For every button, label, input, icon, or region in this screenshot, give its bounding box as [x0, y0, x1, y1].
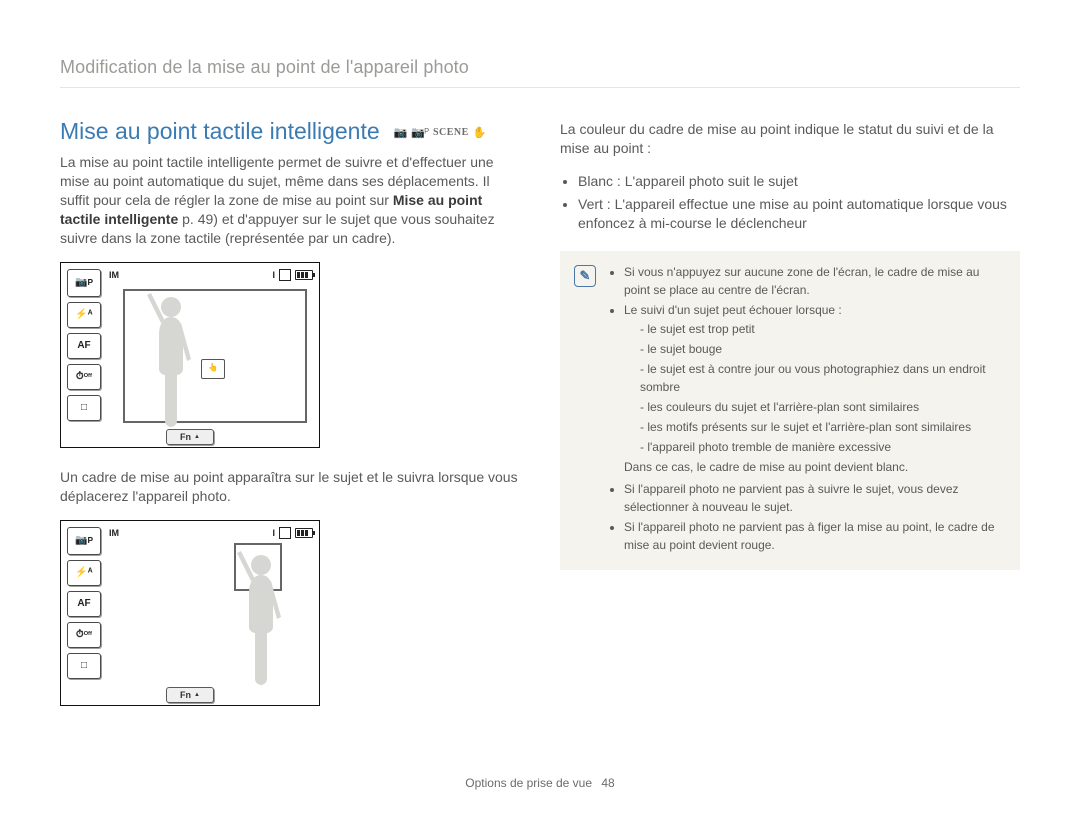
note-subitem: le sujet est trop petit: [640, 320, 1006, 338]
sd-card-icon: [279, 527, 291, 539]
fn-tab[interactable]: Fn: [166, 687, 214, 703]
fn-tab[interactable]: Fn: [166, 429, 214, 445]
footer-chapter: Options de prise de vue: [465, 776, 592, 790]
camera-topbar: IM I: [109, 268, 313, 282]
fn-tab-label: Fn: [180, 689, 191, 701]
camera-toolbar: 📷P ⚡ᴬ AF ⏱ᴼᶠᶠ □: [67, 527, 101, 695]
mid-caption: Un cadre de mise au point apparaîtra sur…: [60, 468, 520, 506]
mode-icons: 📷 📷ᴾ SCENE ✋: [394, 126, 487, 141]
right-column: La couleur du cadre de mise au point ind…: [560, 116, 1020, 725]
status-bullets: Blanc : L'appareil photo suit le sujet V…: [560, 172, 1020, 233]
shots-remaining: I: [272, 527, 275, 539]
footer-page-number: 48: [601, 776, 614, 790]
note-item: Le suivi d'un sujet peut échouer lorsque…: [624, 301, 1006, 476]
note-item: Si vous n'appuyez sur aucune zone de l'é…: [624, 263, 1006, 299]
bullet-white: Blanc : L'appareil photo suit le sujet: [578, 172, 1020, 191]
timer-button-label: ᴼᶠᶠ: [84, 629, 92, 640]
subject-silhouette: [231, 547, 301, 687]
note-subitem: le sujet est à contre jour ou vous photo…: [640, 360, 1006, 396]
page-footer: Options de prise de vue 48: [0, 775, 1080, 791]
battery-icon: [295, 528, 313, 538]
note-box: ✎ Si vous n'appuyez sur aucune zone de l…: [560, 251, 1020, 570]
timer-button-label: ᴼᶠᶠ: [84, 371, 92, 382]
note-subitem: le sujet bouge: [640, 340, 1006, 358]
camera-p-icon: 📷ᴾ: [411, 126, 429, 141]
note-item: Si l'appareil photo ne parvient pas à fi…: [624, 518, 1006, 554]
scene-mode-icon: SCENE: [433, 126, 469, 141]
af-button[interactable]: AF: [67, 591, 101, 617]
drive-button[interactable]: □: [67, 653, 101, 679]
note-subitem: les couleurs du sujet et l'arrière-plan …: [640, 398, 1006, 416]
mode-button[interactable]: 📷P: [67, 527, 101, 555]
flash-button[interactable]: ⚡ᴬ: [67, 302, 101, 328]
note-subitem: l'appareil photo tremble de manière exce…: [640, 438, 1006, 456]
breadcrumb: Modification de la mise au point de l'ap…: [60, 55, 1020, 88]
sd-card-icon: [279, 269, 291, 281]
timer-button[interactable]: ⏱ᴼᶠᶠ: [67, 364, 101, 390]
camera-screenshot-1: IM I 📷P ⚡ᴬ AF ⏱ᴼᶠᶠ □ 👆: [60, 262, 320, 448]
timer-button[interactable]: ⏱ᴼᶠᶠ: [67, 622, 101, 648]
image-size-label: IM: [109, 527, 119, 539]
section-title: Mise au point tactile intelligente: [60, 118, 380, 144]
mode-button-label: P: [87, 535, 93, 546]
note-subitem: les motifs présents sur le sujet et l'ar…: [640, 418, 1006, 436]
image-size-label: IM: [109, 269, 119, 281]
bullet-green: Vert : L'appareil effectue une mise au p…: [578, 195, 1020, 233]
battery-icon: [295, 270, 313, 280]
hand-icon: ✋: [473, 126, 487, 141]
camera-auto-icon: 📷: [394, 126, 408, 141]
drive-button[interactable]: □: [67, 395, 101, 421]
fn-tab-label: Fn: [180, 431, 191, 443]
note-item-label: Le suivi d'un sujet peut échouer lorsque…: [624, 303, 842, 317]
flash-button[interactable]: ⚡ᴬ: [67, 560, 101, 586]
left-column: Mise au point tactile intelligente 📷 📷ᴾ …: [60, 116, 520, 725]
intro-paragraph: La mise au point tactile intelligente pe…: [60, 153, 520, 247]
af-button[interactable]: AF: [67, 333, 101, 359]
mode-button[interactable]: 📷P: [67, 269, 101, 297]
note-content: Si vous n'appuyez sur aucune zone de l'é…: [608, 263, 1006, 556]
subject-silhouette: [141, 289, 211, 429]
note-plain: Dans ce cas, le cadre de mise au point d…: [624, 458, 1006, 476]
mode-button-label: P: [87, 277, 93, 288]
note-icon: ✎: [574, 265, 596, 287]
camera-toolbar: 📷P ⚡ᴬ AF ⏱ᴼᶠᶠ □: [67, 269, 101, 437]
camera-screenshot-2: IM I 📷P ⚡ᴬ AF ⏱ᴼᶠᶠ □: [60, 520, 320, 706]
shots-remaining: I: [272, 269, 275, 281]
camera-topbar: IM I: [109, 526, 313, 540]
right-intro: La couleur du cadre de mise au point ind…: [560, 120, 1020, 158]
note-sublist: le sujet est trop petit le sujet bouge l…: [624, 320, 1006, 456]
note-item: Si l'appareil photo ne parvient pas à su…: [624, 480, 1006, 516]
